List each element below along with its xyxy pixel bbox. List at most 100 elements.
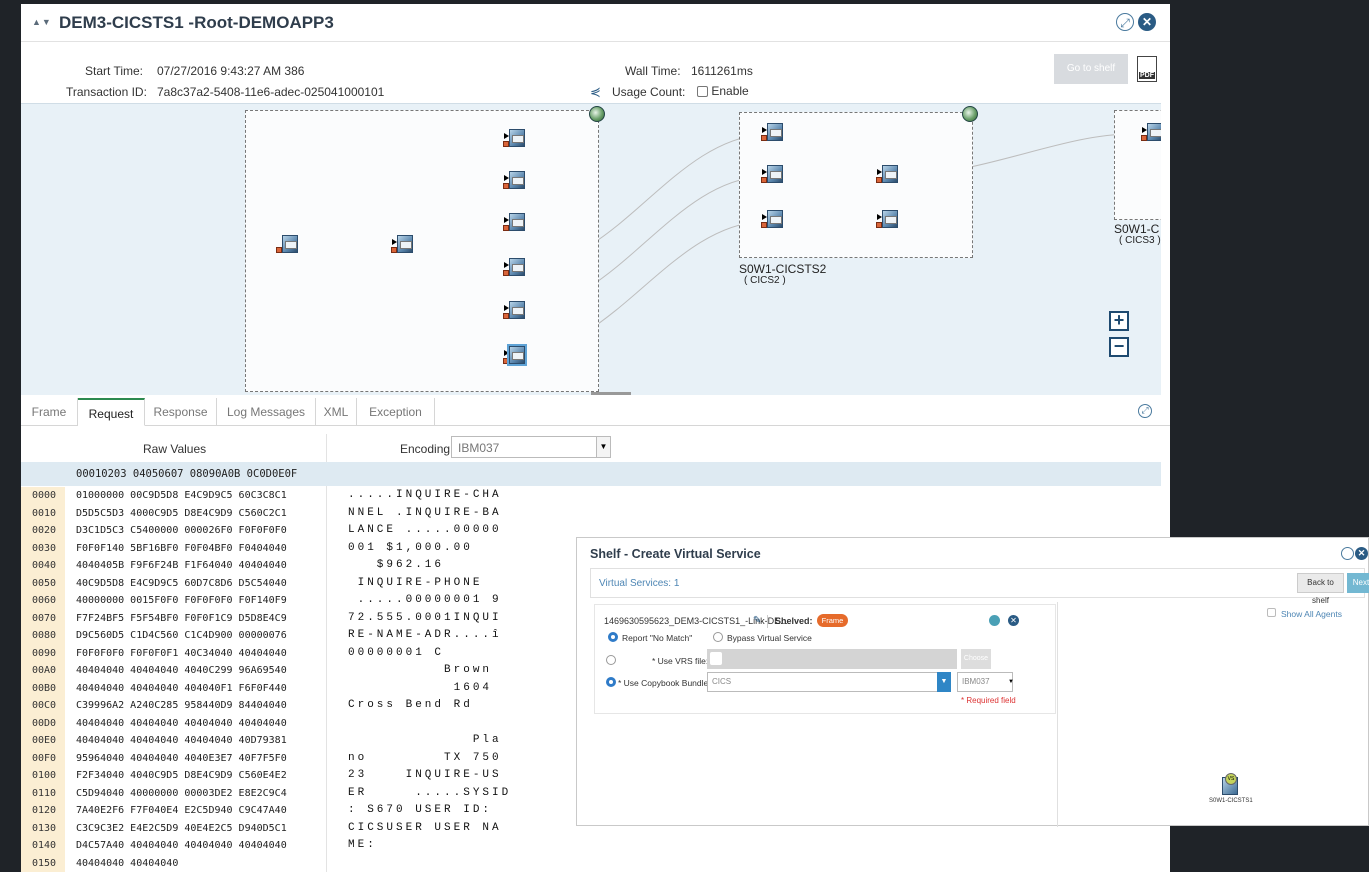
decoded-text: ME: bbox=[348, 839, 377, 851]
remove-icon[interactable]: ✕ bbox=[1008, 615, 1019, 626]
expand-icon[interactable]: ⤢ bbox=[1138, 404, 1152, 418]
hex-bytes: C5D94040 40000000 00003DE2 E8E2C9C4 bbox=[76, 787, 287, 799]
tab-log-messages[interactable]: Log Messages bbox=[217, 398, 316, 426]
cics-server-icon bbox=[509, 171, 525, 189]
hex-offset: 0020 bbox=[21, 522, 65, 540]
hex-row: 00E0 40404040 40404040 40404040 40D79381 … bbox=[21, 732, 581, 750]
tab-exception[interactable]: Exception bbox=[357, 398, 435, 426]
encoding-select[interactable]: IBM037 ▼ bbox=[451, 436, 611, 458]
hex-offset: 0150 bbox=[21, 854, 65, 872]
cics-node[interactable] bbox=[761, 210, 783, 232]
hex-bytes: 40404040 40404040 bbox=[76, 857, 179, 869]
cics-node[interactable] bbox=[761, 165, 783, 187]
tab-response[interactable]: Response bbox=[145, 398, 217, 426]
close-icon[interactable]: ✕ bbox=[1138, 13, 1156, 31]
decoded-text: Brown bbox=[348, 664, 493, 676]
cics-node[interactable] bbox=[503, 129, 525, 151]
settings-icon[interactable] bbox=[989, 615, 1000, 626]
hex-bytes: 40404040 40404040 404040F1 F6F0F440 bbox=[76, 682, 287, 694]
cics-node[interactable] bbox=[276, 235, 298, 257]
cics-server-icon bbox=[1147, 123, 1161, 141]
hex-bytes: 40404040 40404040 40404040 40404040 bbox=[76, 717, 287, 729]
bypass-vs-label: Bypass Virtual Service bbox=[727, 633, 812, 643]
go-to-shelf-button[interactable]: Go to shelf bbox=[1054, 54, 1128, 84]
back-to-shelf-button[interactable]: Back to shelf bbox=[1297, 573, 1344, 605]
hex-row: 00C0 C39996A2 A240C285 958440D9 84404040 C… bbox=[21, 697, 581, 715]
cics-node[interactable] bbox=[1141, 123, 1161, 145]
hex-offset: 0110 bbox=[21, 784, 65, 802]
collapse-arrows-icon[interactable]: ▲▼ bbox=[32, 17, 52, 27]
use-vrs-radio[interactable] bbox=[606, 655, 616, 665]
show-all-agents-checkbox[interactable] bbox=[1267, 608, 1276, 617]
cics-node-selected[interactable] bbox=[503, 346, 525, 368]
hex-bytes: 7A40E2F6 F7F040E4 E2C5D940 C9C47A40 bbox=[76, 805, 287, 816]
copybook-encoding-value: IBM037 bbox=[962, 677, 990, 686]
cics-node[interactable] bbox=[503, 258, 525, 280]
chevron-down-icon[interactable]: ▼ bbox=[937, 672, 951, 692]
virtual-service-badge: VS bbox=[1225, 773, 1237, 785]
hex-bytes: C3C9C3E2 E4E2C5D9 40E4E2C5 D940D5C1 bbox=[76, 822, 287, 834]
cics-node[interactable] bbox=[876, 210, 898, 232]
cics-node[interactable] bbox=[503, 301, 525, 323]
report-no-match-radio[interactable] bbox=[608, 632, 618, 642]
decoded-text: CICSUSER USER NA bbox=[348, 821, 502, 834]
hex-row: 0150 40404040 40404040 bbox=[21, 854, 581, 872]
enable-checkbox-wrap[interactable]: Enable bbox=[697, 84, 749, 98]
vrs-file-field[interactable] bbox=[707, 649, 957, 669]
hex-offset: 00B0 bbox=[21, 679, 65, 697]
cics-node[interactable] bbox=[391, 235, 413, 257]
decoded-text: LANCE .....00000 bbox=[348, 524, 502, 536]
transaction-id-label: Transaction ID: bbox=[66, 85, 147, 99]
tab-xml[interactable]: XML bbox=[316, 398, 357, 426]
report-no-match-label: Report "No Match" bbox=[622, 633, 693, 643]
start-time-label: Start Time: bbox=[85, 64, 144, 78]
cics-node[interactable] bbox=[876, 165, 898, 187]
hex-offset: 00A0 bbox=[21, 662, 65, 680]
chevron-down-icon[interactable]: ▼ bbox=[596, 437, 610, 457]
enable-checkbox[interactable] bbox=[697, 86, 708, 98]
raw-values-title: Raw Values bbox=[143, 442, 207, 456]
raw-values-header: Raw Values Encoding IBM037 ▼ bbox=[21, 434, 1161, 459]
hex-bytes: D3C1D5C3 C5400000 000026F0 F0F0F0F0 bbox=[76, 525, 287, 536]
zoom-in-button[interactable]: + bbox=[1109, 311, 1129, 331]
transaction-graph[interactable]: S0W1-CICSTS2 ( CICS2 ) S0W1-C ( CICS3 ) … bbox=[21, 103, 1161, 395]
hex-row: 0080 D9C560D5 C1D4C560 C1C4D900 00000076 R… bbox=[21, 627, 581, 645]
chevron-down-icon[interactable]: ▼ bbox=[1007, 672, 1015, 692]
use-copybook-label: * Use Copybook Bundle: bbox=[618, 678, 711, 688]
choose-button[interactable]: Choose bbox=[961, 649, 991, 669]
cics-node[interactable] bbox=[503, 171, 525, 193]
hex-row: 0120 7A40E2F6 F7F040E4 E2C5D940 C9C47A40:… bbox=[21, 802, 581, 820]
copybook-encoding-select[interactable]: IBM037 bbox=[957, 672, 1013, 692]
wall-time-value: 1611261ms bbox=[691, 64, 753, 78]
decoded-text: 00000001 C bbox=[348, 646, 445, 659]
group-box-root bbox=[245, 110, 599, 392]
hex-row: 0050 40C9D5D8 E4C9D9C5 60D7C8D6 D5C54040 … bbox=[21, 574, 581, 592]
bypass-vs-radio[interactable] bbox=[713, 632, 723, 642]
cics-node[interactable] bbox=[503, 213, 525, 235]
use-copybook-radio[interactable] bbox=[606, 677, 616, 687]
tab-frame[interactable]: Frame bbox=[21, 398, 78, 426]
edit-icon[interactable]: ✎ bbox=[753, 615, 761, 626]
shelved-label: Shelved: bbox=[775, 616, 813, 626]
expand-icon[interactable] bbox=[1341, 547, 1354, 560]
zoom-out-button[interactable]: − bbox=[1109, 337, 1129, 357]
hex-column-header: 00010203 04050607 08090A0B 0C0D0E0F bbox=[76, 468, 298, 480]
hex-bytes: F7F24BF5 F5F54BF0 F0F0F1C9 D5D8E4C9 bbox=[76, 612, 287, 624]
cics-node[interactable] bbox=[761, 123, 783, 145]
agent-node-label: S0W1-CICSTS1 bbox=[1209, 798, 1253, 804]
next-button[interactable]: Next bbox=[1347, 573, 1369, 593]
decoded-text: RE-NAME-ADR....î bbox=[348, 629, 502, 641]
graph-splitter[interactable] bbox=[591, 392, 631, 395]
close-icon[interactable]: ✕ bbox=[1355, 547, 1368, 560]
cics-server-icon bbox=[509, 258, 525, 276]
decoded-text: 72.555.0001INQUI bbox=[348, 611, 502, 624]
tab-request[interactable]: Request bbox=[78, 398, 145, 426]
hex-offset: 0120 bbox=[21, 802, 65, 820]
show-all-agents-label: Show All Agents bbox=[1281, 609, 1342, 619]
pdf-icon[interactable]: PDF bbox=[1137, 56, 1157, 82]
copybook-select[interactable]: CICS bbox=[707, 672, 945, 692]
hex-rows: 0000 01000000 00C9D5D8 E4C9D9C5 60C3C8C1.… bbox=[21, 487, 581, 872]
expand-icon[interactable]: ⤢ bbox=[1116, 13, 1134, 31]
cics-server-icon bbox=[767, 165, 783, 183]
hex-offset: 0050 bbox=[21, 574, 65, 592]
